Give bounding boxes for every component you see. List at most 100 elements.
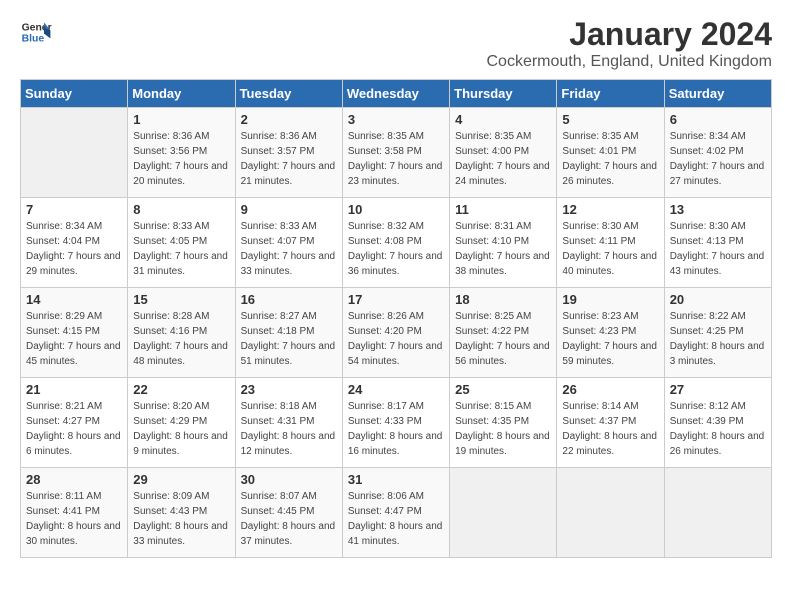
daylight-text: Daylight: 7 hours and 33 minutes. bbox=[241, 249, 337, 279]
day-number: 23 bbox=[241, 382, 337, 397]
sunset-text: Sunset: 4:07 PM bbox=[241, 234, 337, 249]
daylight-text: Daylight: 7 hours and 23 minutes. bbox=[348, 159, 444, 189]
sunset-text: Sunset: 4:41 PM bbox=[26, 504, 122, 519]
calendar-cell: 22 Sunrise: 8:20 AM Sunset: 4:29 PM Dayl… bbox=[128, 378, 235, 468]
day-number: 31 bbox=[348, 472, 444, 487]
month-title: January 2024 bbox=[487, 16, 773, 53]
sunrise-text: Sunrise: 8:35 AM bbox=[562, 129, 658, 144]
sunset-text: Sunset: 4:15 PM bbox=[26, 324, 122, 339]
day-number: 8 bbox=[133, 202, 229, 217]
sunrise-text: Sunrise: 8:12 AM bbox=[670, 399, 766, 414]
daylight-text: Daylight: 8 hours and 26 minutes. bbox=[670, 429, 766, 459]
daylight-text: Daylight: 7 hours and 59 minutes. bbox=[562, 339, 658, 369]
sunset-text: Sunset: 4:39 PM bbox=[670, 414, 766, 429]
sunrise-text: Sunrise: 8:34 AM bbox=[670, 129, 766, 144]
day-number: 27 bbox=[670, 382, 766, 397]
sunset-text: Sunset: 4:45 PM bbox=[241, 504, 337, 519]
day-number: 13 bbox=[670, 202, 766, 217]
sunrise-text: Sunrise: 8:29 AM bbox=[26, 309, 122, 324]
daylight-text: Daylight: 7 hours and 48 minutes. bbox=[133, 339, 229, 369]
daylight-text: Daylight: 7 hours and 31 minutes. bbox=[133, 249, 229, 279]
day-number: 6 bbox=[670, 112, 766, 127]
calendar-cell bbox=[21, 108, 128, 198]
day-info: Sunrise: 8:27 AM Sunset: 4:18 PM Dayligh… bbox=[241, 309, 337, 369]
sunrise-text: Sunrise: 8:34 AM bbox=[26, 219, 122, 234]
day-number: 10 bbox=[348, 202, 444, 217]
daylight-text: Daylight: 7 hours and 54 minutes. bbox=[348, 339, 444, 369]
day-number: 9 bbox=[241, 202, 337, 217]
day-info: Sunrise: 8:06 AM Sunset: 4:47 PM Dayligh… bbox=[348, 489, 444, 549]
sunrise-text: Sunrise: 8:15 AM bbox=[455, 399, 551, 414]
logo-icon: General Blue bbox=[20, 16, 52, 48]
day-info: Sunrise: 8:33 AM Sunset: 4:07 PM Dayligh… bbox=[241, 219, 337, 279]
calendar-cell: 29 Sunrise: 8:09 AM Sunset: 4:43 PM Dayl… bbox=[128, 468, 235, 558]
daylight-text: Daylight: 8 hours and 22 minutes. bbox=[562, 429, 658, 459]
daylight-text: Daylight: 7 hours and 38 minutes. bbox=[455, 249, 551, 279]
sunrise-text: Sunrise: 8:30 AM bbox=[562, 219, 658, 234]
title-area: January 2024 Cockermouth, England, Unite… bbox=[487, 16, 773, 71]
calendar-week-row: 1 Sunrise: 8:36 AM Sunset: 3:56 PM Dayli… bbox=[21, 108, 772, 198]
calendar-cell: 12 Sunrise: 8:30 AM Sunset: 4:11 PM Dayl… bbox=[557, 198, 664, 288]
daylight-text: Daylight: 7 hours and 26 minutes. bbox=[562, 159, 658, 189]
day-info: Sunrise: 8:29 AM Sunset: 4:15 PM Dayligh… bbox=[26, 309, 122, 369]
daylight-text: Daylight: 7 hours and 45 minutes. bbox=[26, 339, 122, 369]
sunrise-text: Sunrise: 8:14 AM bbox=[562, 399, 658, 414]
calendar-cell: 9 Sunrise: 8:33 AM Sunset: 4:07 PM Dayli… bbox=[235, 198, 342, 288]
daylight-text: Daylight: 7 hours and 21 minutes. bbox=[241, 159, 337, 189]
day-info: Sunrise: 8:35 AM Sunset: 4:01 PM Dayligh… bbox=[562, 129, 658, 189]
day-number: 11 bbox=[455, 202, 551, 217]
daylight-text: Daylight: 7 hours and 40 minutes. bbox=[562, 249, 658, 279]
sunrise-text: Sunrise: 8:36 AM bbox=[133, 129, 229, 144]
location-title: Cockermouth, England, United Kingdom bbox=[487, 53, 773, 71]
calendar-header-row: Sunday Monday Tuesday Wednesday Thursday… bbox=[21, 80, 772, 108]
sunset-text: Sunset: 3:56 PM bbox=[133, 144, 229, 159]
day-info: Sunrise: 8:18 AM Sunset: 4:31 PM Dayligh… bbox=[241, 399, 337, 459]
day-info: Sunrise: 8:09 AM Sunset: 4:43 PM Dayligh… bbox=[133, 489, 229, 549]
header-area: General Blue January 2024 Cockermouth, E… bbox=[20, 16, 772, 71]
day-info: Sunrise: 8:34 AM Sunset: 4:04 PM Dayligh… bbox=[26, 219, 122, 279]
calendar-cell: 15 Sunrise: 8:28 AM Sunset: 4:16 PM Dayl… bbox=[128, 288, 235, 378]
day-info: Sunrise: 8:23 AM Sunset: 4:23 PM Dayligh… bbox=[562, 309, 658, 369]
day-number: 1 bbox=[133, 112, 229, 127]
sunrise-text: Sunrise: 8:23 AM bbox=[562, 309, 658, 324]
sunrise-text: Sunrise: 8:33 AM bbox=[133, 219, 229, 234]
sunset-text: Sunset: 4:37 PM bbox=[562, 414, 658, 429]
day-info: Sunrise: 8:34 AM Sunset: 4:02 PM Dayligh… bbox=[670, 129, 766, 189]
day-number: 18 bbox=[455, 292, 551, 307]
day-number: 17 bbox=[348, 292, 444, 307]
svg-text:Blue: Blue bbox=[22, 34, 45, 45]
sunset-text: Sunset: 4:43 PM bbox=[133, 504, 229, 519]
sunset-text: Sunset: 4:23 PM bbox=[562, 324, 658, 339]
sunset-text: Sunset: 4:22 PM bbox=[455, 324, 551, 339]
day-info: Sunrise: 8:22 AM Sunset: 4:25 PM Dayligh… bbox=[670, 309, 766, 369]
calendar-cell: 3 Sunrise: 8:35 AM Sunset: 3:58 PM Dayli… bbox=[342, 108, 449, 198]
calendar-cell: 14 Sunrise: 8:29 AM Sunset: 4:15 PM Dayl… bbox=[21, 288, 128, 378]
col-tuesday: Tuesday bbox=[235, 80, 342, 108]
sunrise-text: Sunrise: 8:32 AM bbox=[348, 219, 444, 234]
day-number: 25 bbox=[455, 382, 551, 397]
sunset-text: Sunset: 4:08 PM bbox=[348, 234, 444, 249]
day-info: Sunrise: 8:17 AM Sunset: 4:33 PM Dayligh… bbox=[348, 399, 444, 459]
calendar-cell bbox=[664, 468, 771, 558]
day-info: Sunrise: 8:36 AM Sunset: 3:56 PM Dayligh… bbox=[133, 129, 229, 189]
sunset-text: Sunset: 4:00 PM bbox=[455, 144, 551, 159]
calendar-cell: 8 Sunrise: 8:33 AM Sunset: 4:05 PM Dayli… bbox=[128, 198, 235, 288]
sunset-text: Sunset: 4:02 PM bbox=[670, 144, 766, 159]
calendar-cell: 1 Sunrise: 8:36 AM Sunset: 3:56 PM Dayli… bbox=[128, 108, 235, 198]
col-wednesday: Wednesday bbox=[342, 80, 449, 108]
sunset-text: Sunset: 4:05 PM bbox=[133, 234, 229, 249]
day-info: Sunrise: 8:35 AM Sunset: 3:58 PM Dayligh… bbox=[348, 129, 444, 189]
col-saturday: Saturday bbox=[664, 80, 771, 108]
day-number: 4 bbox=[455, 112, 551, 127]
calendar-cell: 24 Sunrise: 8:17 AM Sunset: 4:33 PM Dayl… bbox=[342, 378, 449, 468]
daylight-text: Daylight: 7 hours and 27 minutes. bbox=[670, 159, 766, 189]
calendar-cell: 5 Sunrise: 8:35 AM Sunset: 4:01 PM Dayli… bbox=[557, 108, 664, 198]
calendar-cell: 4 Sunrise: 8:35 AM Sunset: 4:00 PM Dayli… bbox=[450, 108, 557, 198]
sunrise-text: Sunrise: 8:11 AM bbox=[26, 489, 122, 504]
calendar-cell: 10 Sunrise: 8:32 AM Sunset: 4:08 PM Dayl… bbox=[342, 198, 449, 288]
logo: General Blue bbox=[20, 16, 52, 48]
sunset-text: Sunset: 4:35 PM bbox=[455, 414, 551, 429]
sunrise-text: Sunrise: 8:21 AM bbox=[26, 399, 122, 414]
daylight-text: Daylight: 8 hours and 16 minutes. bbox=[348, 429, 444, 459]
col-monday: Monday bbox=[128, 80, 235, 108]
